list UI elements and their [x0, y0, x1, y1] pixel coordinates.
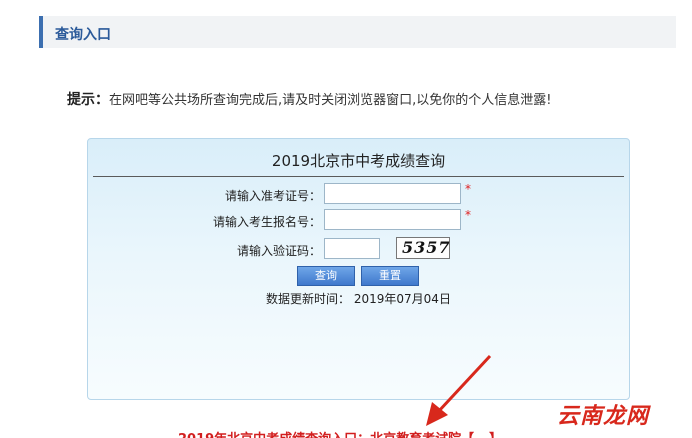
reset-button[interactable]: 重置 [361, 266, 419, 286]
tip-text: 在网吧等公共场所查询完成后,请及时关闭浏览器窗口,以免你的个人信息泄露! [109, 93, 552, 108]
query-button[interactable]: 查询 [297, 266, 355, 286]
panel-divider [93, 176, 624, 177]
tip-label: 提示： [67, 92, 109, 108]
captcha-image[interactable]: 5357 [396, 237, 450, 259]
exam-number-label: 请输入准考证号： [224, 189, 321, 203]
registration-number-required-mark: * [465, 208, 471, 222]
registration-number-label: 请输入考生报名号： [212, 215, 321, 229]
exam-number-required-mark: * [465, 182, 471, 196]
watermark-logo: 云南龙网 [557, 404, 650, 429]
pointer-arrow-icon [426, 354, 492, 426]
exam-number-input[interactable] [324, 183, 461, 204]
update-time: 数据更新时间： 2019年07月04日 [266, 292, 451, 306]
section-title: 查询入口 [55, 27, 111, 43]
tip-notice: 提示：在网吧等公共场所查询完成后,请及时关闭浏览器窗口,以免你的个人信息泄露! [67, 89, 551, 109]
footer-caption: 2019年北京中考成绩查询入口：北京教育考试院【...】 [178, 428, 502, 438]
captcha-label: 请输入验证码： [236, 244, 321, 258]
section-header: 查询入口 [39, 16, 676, 48]
query-panel: 2019北京市中考成绩查询 请输入准考证号： * 请输入考生报名号： * 请输入… [87, 138, 630, 400]
registration-number-input[interactable] [324, 209, 461, 230]
captcha-input[interactable] [324, 238, 380, 259]
panel-title: 2019北京市中考成绩查询 [271, 152, 446, 170]
